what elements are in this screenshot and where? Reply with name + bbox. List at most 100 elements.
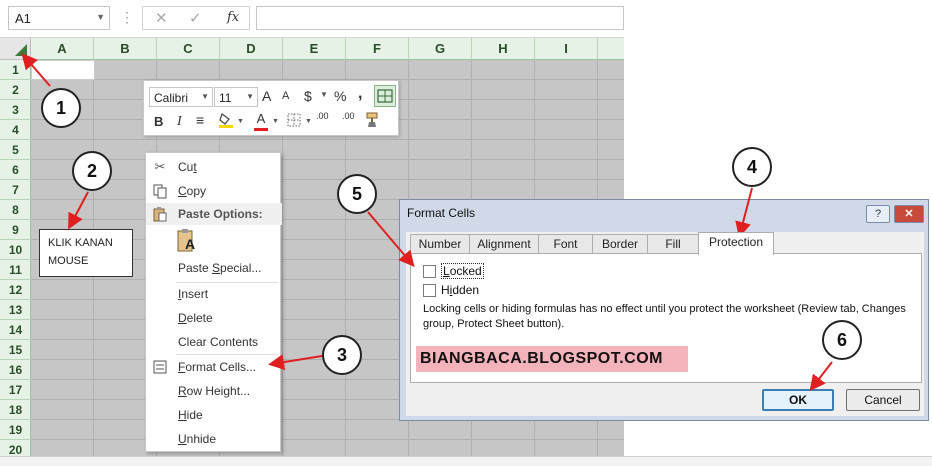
align-center-icon[interactable]: ≡ bbox=[196, 112, 204, 128]
menu-label: Clear Contents bbox=[178, 335, 259, 349]
row-header[interactable]: 20 bbox=[0, 440, 31, 456]
chevron-down-icon[interactable]: ▼ bbox=[320, 90, 328, 99]
tab-number[interactable]: Number bbox=[410, 234, 470, 254]
menu-item-delete[interactable]: Delete bbox=[146, 307, 282, 329]
tab-fill[interactable]: Fill bbox=[647, 234, 699, 254]
help-button[interactable]: ? bbox=[866, 205, 890, 223]
formula-bar: A1 ▼ ⋮ ✕ ✓ fx bbox=[0, 0, 624, 38]
row-header[interactable]: 6 bbox=[0, 160, 31, 180]
instruction-box: KLIK KANAN MOUSE bbox=[39, 229, 133, 277]
menu-label: Delete bbox=[178, 311, 213, 325]
row-header[interactable]: 7 bbox=[0, 180, 31, 200]
menu-item-insert[interactable]: Insert bbox=[146, 283, 282, 305]
column-header[interactable]: G bbox=[409, 38, 472, 60]
row-header[interactable]: 5 bbox=[0, 140, 31, 160]
row-header[interactable]: 4 bbox=[0, 120, 31, 140]
italic-button[interactable]: I bbox=[177, 114, 182, 130]
row-header[interactable]: 13 bbox=[0, 300, 31, 320]
tab-alignment[interactable]: Alignment bbox=[469, 234, 539, 254]
active-cell-a1[interactable] bbox=[31, 60, 95, 80]
row-header[interactable]: 1 bbox=[0, 60, 31, 80]
row-header[interactable]: 8 bbox=[0, 200, 31, 220]
grow-font-button[interactable]: A bbox=[262, 88, 271, 104]
font-size-select[interactable]: 11 ▼ bbox=[214, 87, 258, 107]
column-header[interactable]: C bbox=[157, 38, 220, 60]
increase-decimal-label: .00 bbox=[316, 111, 329, 121]
select-all-button[interactable] bbox=[0, 38, 31, 60]
chevron-down-icon[interactable]: ▼ bbox=[272, 118, 279, 125]
column-header[interactable]: B bbox=[94, 38, 157, 60]
tab-font[interactable]: Font bbox=[538, 234, 593, 254]
wrap-text-icon[interactable] bbox=[374, 85, 396, 107]
tab-protection[interactable]: Protection bbox=[698, 232, 774, 255]
currency-button[interactable]: $ bbox=[304, 88, 312, 104]
locked-label: Locked bbox=[441, 263, 484, 279]
format-painter-icon[interactable] bbox=[364, 111, 382, 129]
row-header[interactable]: 11 bbox=[0, 260, 31, 280]
menu-item-clear-contents[interactable]: Clear Contents bbox=[146, 331, 282, 353]
locked-checkbox[interactable] bbox=[423, 265, 436, 278]
column-header[interactable]: I bbox=[535, 38, 598, 60]
chevron-down-icon[interactable]: ▼ bbox=[96, 12, 105, 22]
decrease-decimal-button[interactable]: .00 bbox=[342, 111, 355, 121]
chevron-down-icon[interactable]: ▼ bbox=[305, 118, 312, 125]
menu-item-row-height[interactable]: Row Height... bbox=[146, 380, 282, 402]
fill-color-icon[interactable] bbox=[218, 111, 234, 129]
row-header[interactable]: 15 bbox=[0, 340, 31, 360]
enter-icon[interactable]: ✓ bbox=[189, 9, 202, 27]
menu-item-copy[interactable]: Copy bbox=[146, 180, 282, 202]
font-size-value: 11 bbox=[219, 91, 232, 105]
row-header[interactable]: 3 bbox=[0, 100, 31, 120]
instruction-line-1: KLIK KANAN bbox=[48, 237, 113, 249]
column-header[interactable]: H bbox=[472, 38, 535, 60]
menu-item-cut[interactable]: ✂ Cut bbox=[146, 156, 282, 178]
row-header[interactable]: 2 bbox=[0, 80, 31, 100]
row-header[interactable]: 18 bbox=[0, 400, 31, 420]
row-header[interactable]: 9 bbox=[0, 220, 31, 240]
column-header[interactable]: F bbox=[346, 38, 409, 60]
menu-item-hide[interactable]: Hide bbox=[146, 404, 282, 426]
chevron-down-icon[interactable]: ▼ bbox=[237, 118, 244, 125]
menu-item-format-cells[interactable]: Format Cells... bbox=[146, 356, 282, 378]
bottom-bar bbox=[0, 456, 932, 466]
insert-function-icon[interactable]: fx bbox=[227, 10, 239, 25]
row-header[interactable]: 14 bbox=[0, 320, 31, 340]
menu-label: Unhide bbox=[178, 432, 217, 446]
column-header[interactable]: A bbox=[31, 38, 94, 60]
comma-style-button[interactable]: , bbox=[358, 85, 362, 103]
menu-item-unhide[interactable]: Unhide bbox=[146, 428, 282, 450]
close-button[interactable]: ✕ bbox=[894, 205, 924, 223]
font-color-letter: A bbox=[256, 111, 266, 126]
row-header[interactable]: 16 bbox=[0, 360, 31, 380]
row-header[interactable]: 17 bbox=[0, 380, 31, 400]
column-header[interactable]: D bbox=[220, 38, 283, 60]
percent-button[interactable]: % bbox=[334, 88, 346, 104]
formula-buttons: ✕ ✓ fx bbox=[142, 6, 250, 30]
ok-button[interactable]: OK bbox=[762, 389, 834, 411]
name-box[interactable]: A1 ▼ bbox=[8, 6, 110, 30]
row-header[interactable]: 19 bbox=[0, 420, 31, 440]
hidden-checkbox[interactable] bbox=[423, 284, 436, 297]
borders-icon[interactable] bbox=[286, 112, 302, 128]
tab-border[interactable]: Border bbox=[592, 234, 648, 254]
decrease-decimal-label: .00 bbox=[342, 111, 355, 121]
paste-values-icon[interactable]: A bbox=[176, 228, 198, 254]
font-name-select[interactable]: Calibri ▼ bbox=[149, 87, 213, 107]
column-header[interactable]: E bbox=[283, 38, 346, 60]
row-header[interactable]: 12 bbox=[0, 280, 31, 300]
shrink-font-button[interactable]: A bbox=[282, 90, 289, 102]
instruction-line-2: MOUSE bbox=[48, 255, 89, 267]
cancel-icon[interactable]: ✕ bbox=[155, 9, 168, 27]
cancel-button[interactable]: Cancel bbox=[846, 389, 920, 411]
font-color-button[interactable]: A bbox=[254, 111, 268, 131]
row-header[interactable]: 10 bbox=[0, 240, 31, 260]
menu-item-paste-special[interactable]: Paste Special... bbox=[146, 257, 282, 279]
chevron-down-icon[interactable]: ▼ bbox=[201, 92, 209, 101]
bold-button[interactable]: B bbox=[154, 114, 163, 129]
formula-input[interactable] bbox=[256, 6, 624, 30]
watermark-banner: BIANGBACA.BLOGSPOT.COM bbox=[416, 346, 688, 372]
increase-decimal-button[interactable]: .00 bbox=[316, 111, 329, 121]
chevron-down-icon[interactable]: ▼ bbox=[246, 92, 254, 101]
font-name-value: Calibri bbox=[154, 91, 189, 105]
menu-label: Copy bbox=[178, 184, 207, 198]
